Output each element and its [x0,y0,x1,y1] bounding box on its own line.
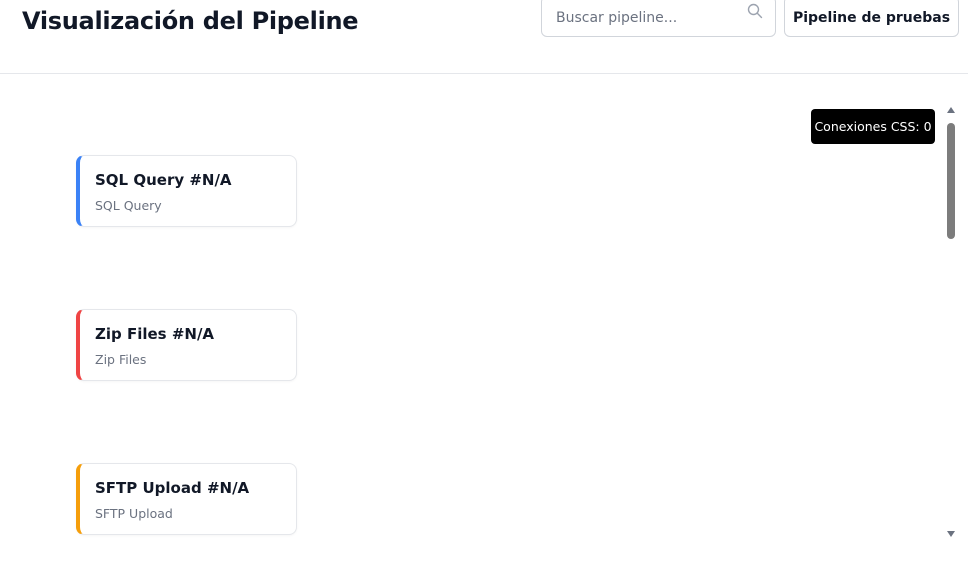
page-title: Visualización del Pipeline [22,7,359,35]
node-title: Zip Files #N/A [95,325,215,343]
pipeline-node-zip-files[interactable]: Zip Files #N/A Zip Files [76,309,297,381]
node-title: SQL Query #N/A [95,171,232,189]
search-icon [747,3,763,19]
scroll-up-icon[interactable] [947,107,955,113]
search-input[interactable] [542,0,742,36]
pipeline-node-sql-query[interactable]: SQL Query #N/A SQL Query [76,155,297,227]
search-box[interactable] [541,0,776,37]
node-subtitle: Zip Files [95,352,147,367]
test-pipeline-button[interactable]: Pipeline de pruebas [784,0,959,37]
scrollbar[interactable] [944,105,958,539]
connections-badge: Conexiones CSS: 0 [811,109,935,144]
node-title: SFTP Upload #N/A [95,479,250,497]
node-subtitle: SQL Query [95,198,162,213]
pipeline-node-sftp-upload[interactable]: SFTP Upload #N/A SFTP Upload [76,463,297,535]
node-subtitle: SFTP Upload [95,506,173,521]
scroll-thumb[interactable] [947,123,955,239]
header: Visualización del Pipeline Pipeline de p… [0,0,968,74]
scroll-down-icon[interactable] [947,531,955,537]
pipeline-canvas: SQL Query #N/A SQL Query Zip Files #N/A … [0,75,968,564]
